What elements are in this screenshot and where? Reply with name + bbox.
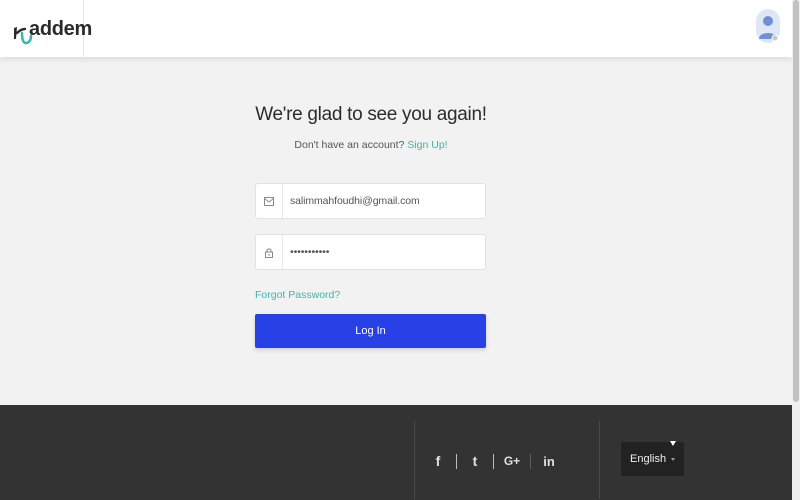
email-field[interactable]: salimmahfoudhi@gmail.com — [255, 183, 486, 219]
password-field[interactable]: ••••••••••• — [255, 234, 486, 270]
signup-prompt: Don't have an account? Sign Up! — [0, 139, 742, 151]
page-title: We're glad to see you again! — [255, 104, 487, 125]
footer-divider — [414, 421, 415, 499]
google-plus-icon[interactable]: G+ — [494, 454, 530, 468]
password-value[interactable]: ••••••••••• — [290, 235, 329, 269]
footer-divider — [599, 421, 600, 499]
envelope-icon — [256, 184, 283, 218]
chevron-down-icon — [671, 458, 675, 461]
twitter-icon[interactable]: t — [457, 453, 493, 469]
language-value: English — [630, 453, 667, 465]
linkedin-icon[interactable]: in — [531, 454, 567, 469]
lock-icon — [256, 235, 283, 269]
page-scrollbar[interactable] — [792, 0, 800, 500]
forgot-password-link[interactable]: Forgot Password? — [255, 289, 340, 301]
language-select[interactable]: English — [621, 441, 684, 476]
signup-prompt-text: Don't have an account? — [294, 139, 405, 151]
logo[interactable]: addem — [0, 0, 92, 57]
scrollbar-thumb[interactable] — [793, 0, 799, 402]
logo-text: addem — [29, 18, 92, 40]
facebook-icon[interactable]: f — [420, 453, 456, 469]
social-links: f t G+ in — [420, 451, 567, 471]
top-header: addem — [0, 0, 792, 57]
signup-link[interactable]: Sign Up! — [407, 139, 447, 151]
email-value[interactable]: salimmahfoudhi@gmail.com — [290, 184, 420, 218]
language-indicator-icon — [670, 441, 676, 446]
login-button[interactable]: Log In — [255, 314, 486, 348]
user-avatar-icon[interactable] — [756, 9, 780, 43]
footer: f t G+ in English — [0, 405, 792, 500]
